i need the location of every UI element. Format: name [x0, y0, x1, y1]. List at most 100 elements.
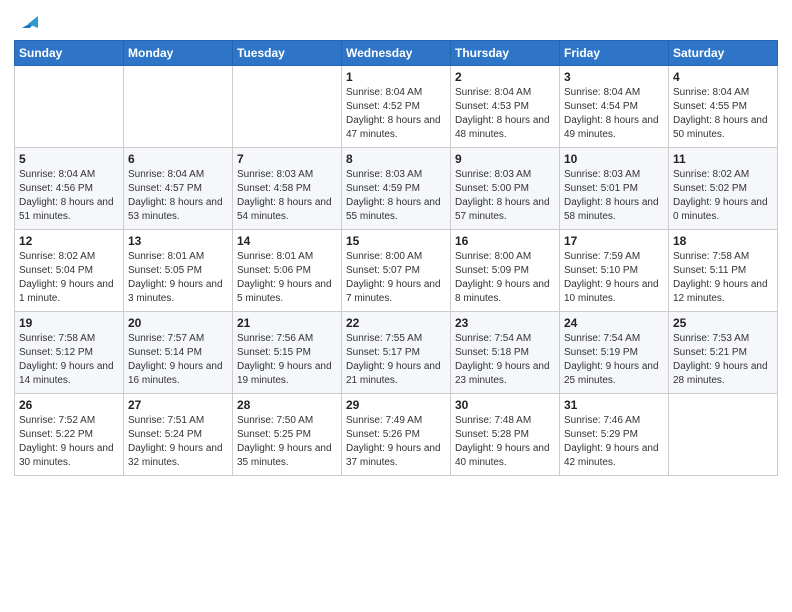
day-info: Sunrise: 8:03 AM Sunset: 4:58 PM Dayligh…: [237, 168, 337, 224]
day-info: Sunrise: 7:59 AM Sunset: 5:10 PM Dayligh…: [564, 250, 664, 306]
day-info: Sunrise: 8:00 AM Sunset: 5:07 PM Dayligh…: [346, 250, 446, 306]
day-number: 16: [455, 234, 555, 248]
day-number: 12: [19, 234, 119, 248]
day-info: Sunrise: 7:49 AM Sunset: 5:26 PM Dayligh…: [346, 414, 446, 470]
day-info: Sunrise: 8:02 AM Sunset: 5:02 PM Dayligh…: [673, 168, 773, 224]
day-cell: 19 Sunrise: 7:58 AM Sunset: 5:12 PM Dayli…: [15, 312, 124, 394]
day-info: Sunrise: 8:02 AM Sunset: 5:04 PM Dayligh…: [19, 250, 119, 306]
day-cell: 18Sunrise: 7:58 AM Sunset: 5:11 PM Dayli…: [669, 230, 778, 312]
day-info: Sunrise: 7:54 AM Sunset: 5:19 PM Dayligh…: [564, 332, 664, 388]
day-number: 22: [346, 316, 446, 330]
weekday-header-tuesday: Tuesday: [233, 41, 342, 66]
day-info: Sunrise: 8:04 AM Sunset: 4:53 PM Dayligh…: [455, 86, 555, 142]
day-number: 30: [455, 398, 555, 412]
day-info: Sunrise: 8:01 AM Sunset: 5:05 PM Dayligh…: [128, 250, 228, 306]
day-cell: 24 Sunrise: 7:54 AM Sunset: 5:19 PM Dayli…: [560, 312, 669, 394]
day-cell: 21 Sunrise: 7:56 AM Sunset: 5:15 PM Dayli…: [233, 312, 342, 394]
logo: [14, 10, 40, 34]
day-info: Sunrise: 8:03 AM Sunset: 4:59 PM Dayligh…: [346, 168, 446, 224]
day-number: 11: [673, 152, 773, 166]
day-cell: [669, 394, 778, 476]
weekday-header-thursday: Thursday: [451, 41, 560, 66]
day-info: Sunrise: 8:03 AM Sunset: 5:01 PM Dayligh…: [564, 168, 664, 224]
day-info: Sunrise: 7:52 AM Sunset: 5:22 PM Dayligh…: [19, 414, 119, 470]
weekday-header-monday: Monday: [124, 41, 233, 66]
day-cell: 9 Sunrise: 8:03 AM Sunset: 5:00 PM Daylig…: [451, 148, 560, 230]
day-cell: 16 Sunrise: 8:00 AM Sunset: 5:09 PM Dayli…: [451, 230, 560, 312]
day-number: 13: [128, 234, 228, 248]
day-cell: [124, 66, 233, 148]
logo-icon: [18, 10, 40, 32]
day-number: 27: [128, 398, 228, 412]
header: [14, 10, 778, 34]
day-number: 17: [564, 234, 664, 248]
day-number: 21: [237, 316, 337, 330]
day-number: 15: [346, 234, 446, 248]
day-info: Sunrise: 8:03 AM Sunset: 5:00 PM Dayligh…: [455, 168, 555, 224]
day-cell: 17 Sunrise: 7:59 AM Sunset: 5:10 PM Dayli…: [560, 230, 669, 312]
week-row-5: 26Sunrise: 7:52 AM Sunset: 5:22 PM Dayli…: [15, 394, 778, 476]
day-info: Sunrise: 7:58 AM Sunset: 5:12 PM Dayligh…: [19, 332, 119, 388]
day-number: 31: [564, 398, 664, 412]
day-info: Sunrise: 8:04 AM Sunset: 4:54 PM Dayligh…: [564, 86, 664, 142]
day-info: Sunrise: 8:01 AM Sunset: 5:06 PM Dayligh…: [237, 250, 337, 306]
day-cell: 22 Sunrise: 7:55 AM Sunset: 5:17 PM Dayli…: [342, 312, 451, 394]
day-cell: 27Sunrise: 7:51 AM Sunset: 5:24 PM Dayli…: [124, 394, 233, 476]
day-cell: 2 Sunrise: 8:04 AM Sunset: 4:53 PM Daylig…: [451, 66, 560, 148]
day-number: 23: [455, 316, 555, 330]
day-info: Sunrise: 7:58 AM Sunset: 5:11 PM Dayligh…: [673, 250, 773, 306]
calendar-table: SundayMondayTuesdayWednesdayThursdayFrid…: [14, 40, 778, 476]
weekday-header-saturday: Saturday: [669, 41, 778, 66]
day-cell: 14 Sunrise: 8:01 AM Sunset: 5:06 PM Dayli…: [233, 230, 342, 312]
day-number: 25: [673, 316, 773, 330]
day-number: 3: [564, 70, 664, 84]
day-number: 9: [455, 152, 555, 166]
day-number: 5: [19, 152, 119, 166]
day-number: 20: [128, 316, 228, 330]
weekday-header-row: SundayMondayTuesdayWednesdayThursdayFrid…: [15, 41, 778, 66]
day-number: 8: [346, 152, 446, 166]
day-number: 7: [237, 152, 337, 166]
day-info: Sunrise: 7:53 AM Sunset: 5:21 PM Dayligh…: [673, 332, 773, 388]
day-info: Sunrise: 7:55 AM Sunset: 5:17 PM Dayligh…: [346, 332, 446, 388]
page: SundayMondayTuesdayWednesdayThursdayFrid…: [0, 0, 792, 612]
day-info: Sunrise: 8:04 AM Sunset: 4:52 PM Dayligh…: [346, 86, 446, 142]
weekday-header-wednesday: Wednesday: [342, 41, 451, 66]
day-number: 2: [455, 70, 555, 84]
day-cell: 7 Sunrise: 8:03 AM Sunset: 4:58 PM Daylig…: [233, 148, 342, 230]
day-cell: 6 Sunrise: 8:04 AM Sunset: 4:57 PM Daylig…: [124, 148, 233, 230]
day-cell: 10Sunrise: 8:03 AM Sunset: 5:01 PM Dayli…: [560, 148, 669, 230]
week-row-2: 5 Sunrise: 8:04 AM Sunset: 4:56 PM Daylig…: [15, 148, 778, 230]
day-info: Sunrise: 8:04 AM Sunset: 4:57 PM Dayligh…: [128, 168, 228, 224]
day-number: 28: [237, 398, 337, 412]
day-info: Sunrise: 7:56 AM Sunset: 5:15 PM Dayligh…: [237, 332, 337, 388]
day-cell: 31 Sunrise: 7:46 AM Sunset: 5:29 PM Dayli…: [560, 394, 669, 476]
day-cell: 12 Sunrise: 8:02 AM Sunset: 5:04 PM Dayli…: [15, 230, 124, 312]
day-cell: 29Sunrise: 7:49 AM Sunset: 5:26 PM Dayli…: [342, 394, 451, 476]
day-number: 19: [19, 316, 119, 330]
day-cell: 13 Sunrise: 8:01 AM Sunset: 5:05 PM Dayli…: [124, 230, 233, 312]
day-info: Sunrise: 8:04 AM Sunset: 4:56 PM Dayligh…: [19, 168, 119, 224]
day-cell: [15, 66, 124, 148]
day-cell: 5 Sunrise: 8:04 AM Sunset: 4:56 PM Daylig…: [15, 148, 124, 230]
day-cell: 4 Sunrise: 8:04 AM Sunset: 4:55 PM Daylig…: [669, 66, 778, 148]
day-number: 4: [673, 70, 773, 84]
day-cell: 8 Sunrise: 8:03 AM Sunset: 4:59 PM Daylig…: [342, 148, 451, 230]
day-info: Sunrise: 7:50 AM Sunset: 5:25 PM Dayligh…: [237, 414, 337, 470]
week-row-4: 19 Sunrise: 7:58 AM Sunset: 5:12 PM Dayli…: [15, 312, 778, 394]
day-number: 24: [564, 316, 664, 330]
day-info: Sunrise: 7:48 AM Sunset: 5:28 PM Dayligh…: [455, 414, 555, 470]
day-cell: 1 Sunrise: 8:04 AM Sunset: 4:52 PM Daylig…: [342, 66, 451, 148]
week-row-3: 12 Sunrise: 8:02 AM Sunset: 5:04 PM Dayli…: [15, 230, 778, 312]
day-info: Sunrise: 7:46 AM Sunset: 5:29 PM Dayligh…: [564, 414, 664, 470]
day-cell: 23 Sunrise: 7:54 AM Sunset: 5:18 PM Dayli…: [451, 312, 560, 394]
day-number: 6: [128, 152, 228, 166]
day-cell: [233, 66, 342, 148]
day-cell: 11 Sunrise: 8:02 AM Sunset: 5:02 PM Dayli…: [669, 148, 778, 230]
day-info: Sunrise: 8:00 AM Sunset: 5:09 PM Dayligh…: [455, 250, 555, 306]
day-number: 1: [346, 70, 446, 84]
day-number: 14: [237, 234, 337, 248]
day-info: Sunrise: 8:04 AM Sunset: 4:55 PM Dayligh…: [673, 86, 773, 142]
day-info: Sunrise: 7:54 AM Sunset: 5:18 PM Dayligh…: [455, 332, 555, 388]
day-cell: 28 Sunrise: 7:50 AM Sunset: 5:25 PM Dayli…: [233, 394, 342, 476]
